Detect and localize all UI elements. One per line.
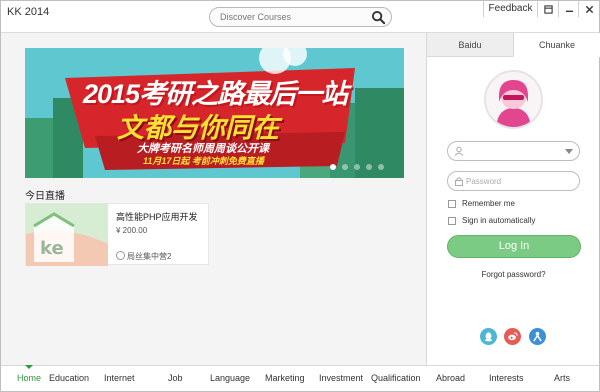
- weibo-icon: [508, 332, 518, 341]
- nav-item-education[interactable]: Education: [49, 373, 89, 383]
- feedback-button[interactable]: Feedback: [483, 1, 537, 17]
- auto-signin-row[interactable]: Sign in automatically: [448, 216, 535, 225]
- live-section-title: 今日直播: [25, 191, 65, 202]
- search-input[interactable]: [220, 10, 360, 24]
- course-price: ¥ 200.00: [116, 226, 148, 235]
- minimize-icon: [565, 10, 573, 12]
- active-nav-indicator: [25, 365, 33, 369]
- nav-item-job[interactable]: Job: [168, 373, 183, 383]
- renren-icon: [533, 331, 542, 342]
- avatar: [484, 70, 543, 129]
- chevron-down-icon[interactable]: [565, 149, 573, 154]
- category-nav: Home Education Internet Job Language Mar…: [1, 365, 599, 391]
- nav-item-investment[interactable]: Investment: [319, 373, 363, 383]
- nav-item-internet[interactable]: Internet: [104, 373, 135, 383]
- login-button[interactable]: Log In: [447, 235, 581, 258]
- teacher-icon: [116, 251, 125, 260]
- nav-item-abroad[interactable]: Abroad: [436, 373, 465, 383]
- course-title[interactable]: 高性能PHP应用开发: [116, 210, 198, 223]
- username-field[interactable]: [447, 141, 580, 161]
- auto-signin-checkbox[interactable]: [448, 216, 456, 225]
- carousel-dots: [330, 164, 384, 170]
- nav-item-arts[interactable]: Arts: [554, 373, 570, 383]
- tab-chuanke[interactable]: Chuanke: [513, 33, 600, 57]
- nav-item-language[interactable]: Language: [210, 373, 250, 383]
- promo-banner[interactable]: 2015考研之路最后一站 文都与你同在 大牌考研名师周周谈公开课 11月17日起…: [25, 48, 404, 178]
- user-icon: [454, 146, 464, 156]
- weibo-login-button[interactable]: [504, 328, 521, 345]
- main-content: 2015考研之路最后一站 文都与你同在 大牌考研名师周周谈公开课 11月17日起…: [1, 33, 426, 365]
- user-avatar-icon: [486, 72, 541, 127]
- app-window: KK 2014 Feedback: [0, 0, 600, 392]
- nav-item-qualification[interactable]: Qualification: [371, 373, 421, 383]
- nav-item-home[interactable]: Home: [17, 373, 41, 383]
- banner-date-caption: 11月17日起 考前冲刺免费直播: [143, 156, 264, 166]
- course-teacher: 局丝集中营2: [116, 251, 171, 262]
- renren-login-button[interactable]: [529, 328, 546, 345]
- password-input[interactable]: [466, 175, 561, 187]
- settings-menu-button[interactable]: [537, 1, 558, 17]
- password-field[interactable]: [447, 171, 580, 191]
- course-thumbnail: ke: [26, 204, 108, 266]
- menu-box-icon: [543, 4, 553, 14]
- app-title: KK 2014: [7, 6, 50, 18]
- carousel-dot[interactable]: [330, 164, 336, 170]
- carousel-dot[interactable]: [378, 164, 384, 170]
- forgot-password-link[interactable]: Forgot password?: [427, 270, 600, 279]
- remember-me-label[interactable]: Remember me: [462, 199, 515, 208]
- login-panel: Baidu Chuanke Remember me Sign in automa…: [426, 33, 600, 365]
- course-card[interactable]: ke 高性能PHP应用开发 ¥ 200.00 局丝集中营2: [25, 203, 209, 266]
- remember-me-checkbox[interactable]: [448, 199, 456, 208]
- carousel-dot[interactable]: [342, 164, 348, 170]
- qq-login-button[interactable]: [480, 328, 497, 345]
- login-tabs: Baidu Chuanke: [427, 33, 600, 57]
- carousel-dot[interactable]: [366, 164, 372, 170]
- nav-item-interests[interactable]: Interests: [489, 373, 524, 383]
- title-bar: KK 2014 Feedback: [1, 1, 599, 33]
- lock-icon: [455, 177, 463, 186]
- close-icon: [585, 5, 593, 13]
- nav-item-marketing[interactable]: Marketing: [265, 373, 305, 383]
- tab-baidu[interactable]: Baidu: [427, 33, 513, 57]
- close-button[interactable]: [578, 1, 599, 17]
- search-icon[interactable]: [371, 10, 386, 25]
- qq-icon: [484, 332, 493, 342]
- svg-text:ke: ke: [40, 238, 64, 259]
- auto-signin-label[interactable]: Sign in automatically: [462, 216, 535, 225]
- teacher-name: 局丝集中营2: [127, 252, 172, 261]
- minimize-button[interactable]: [558, 1, 579, 17]
- remember-me-row[interactable]: Remember me: [448, 199, 515, 208]
- carousel-dot[interactable]: [354, 164, 360, 170]
- username-input[interactable]: [466, 145, 561, 157]
- search-box[interactable]: [209, 7, 392, 27]
